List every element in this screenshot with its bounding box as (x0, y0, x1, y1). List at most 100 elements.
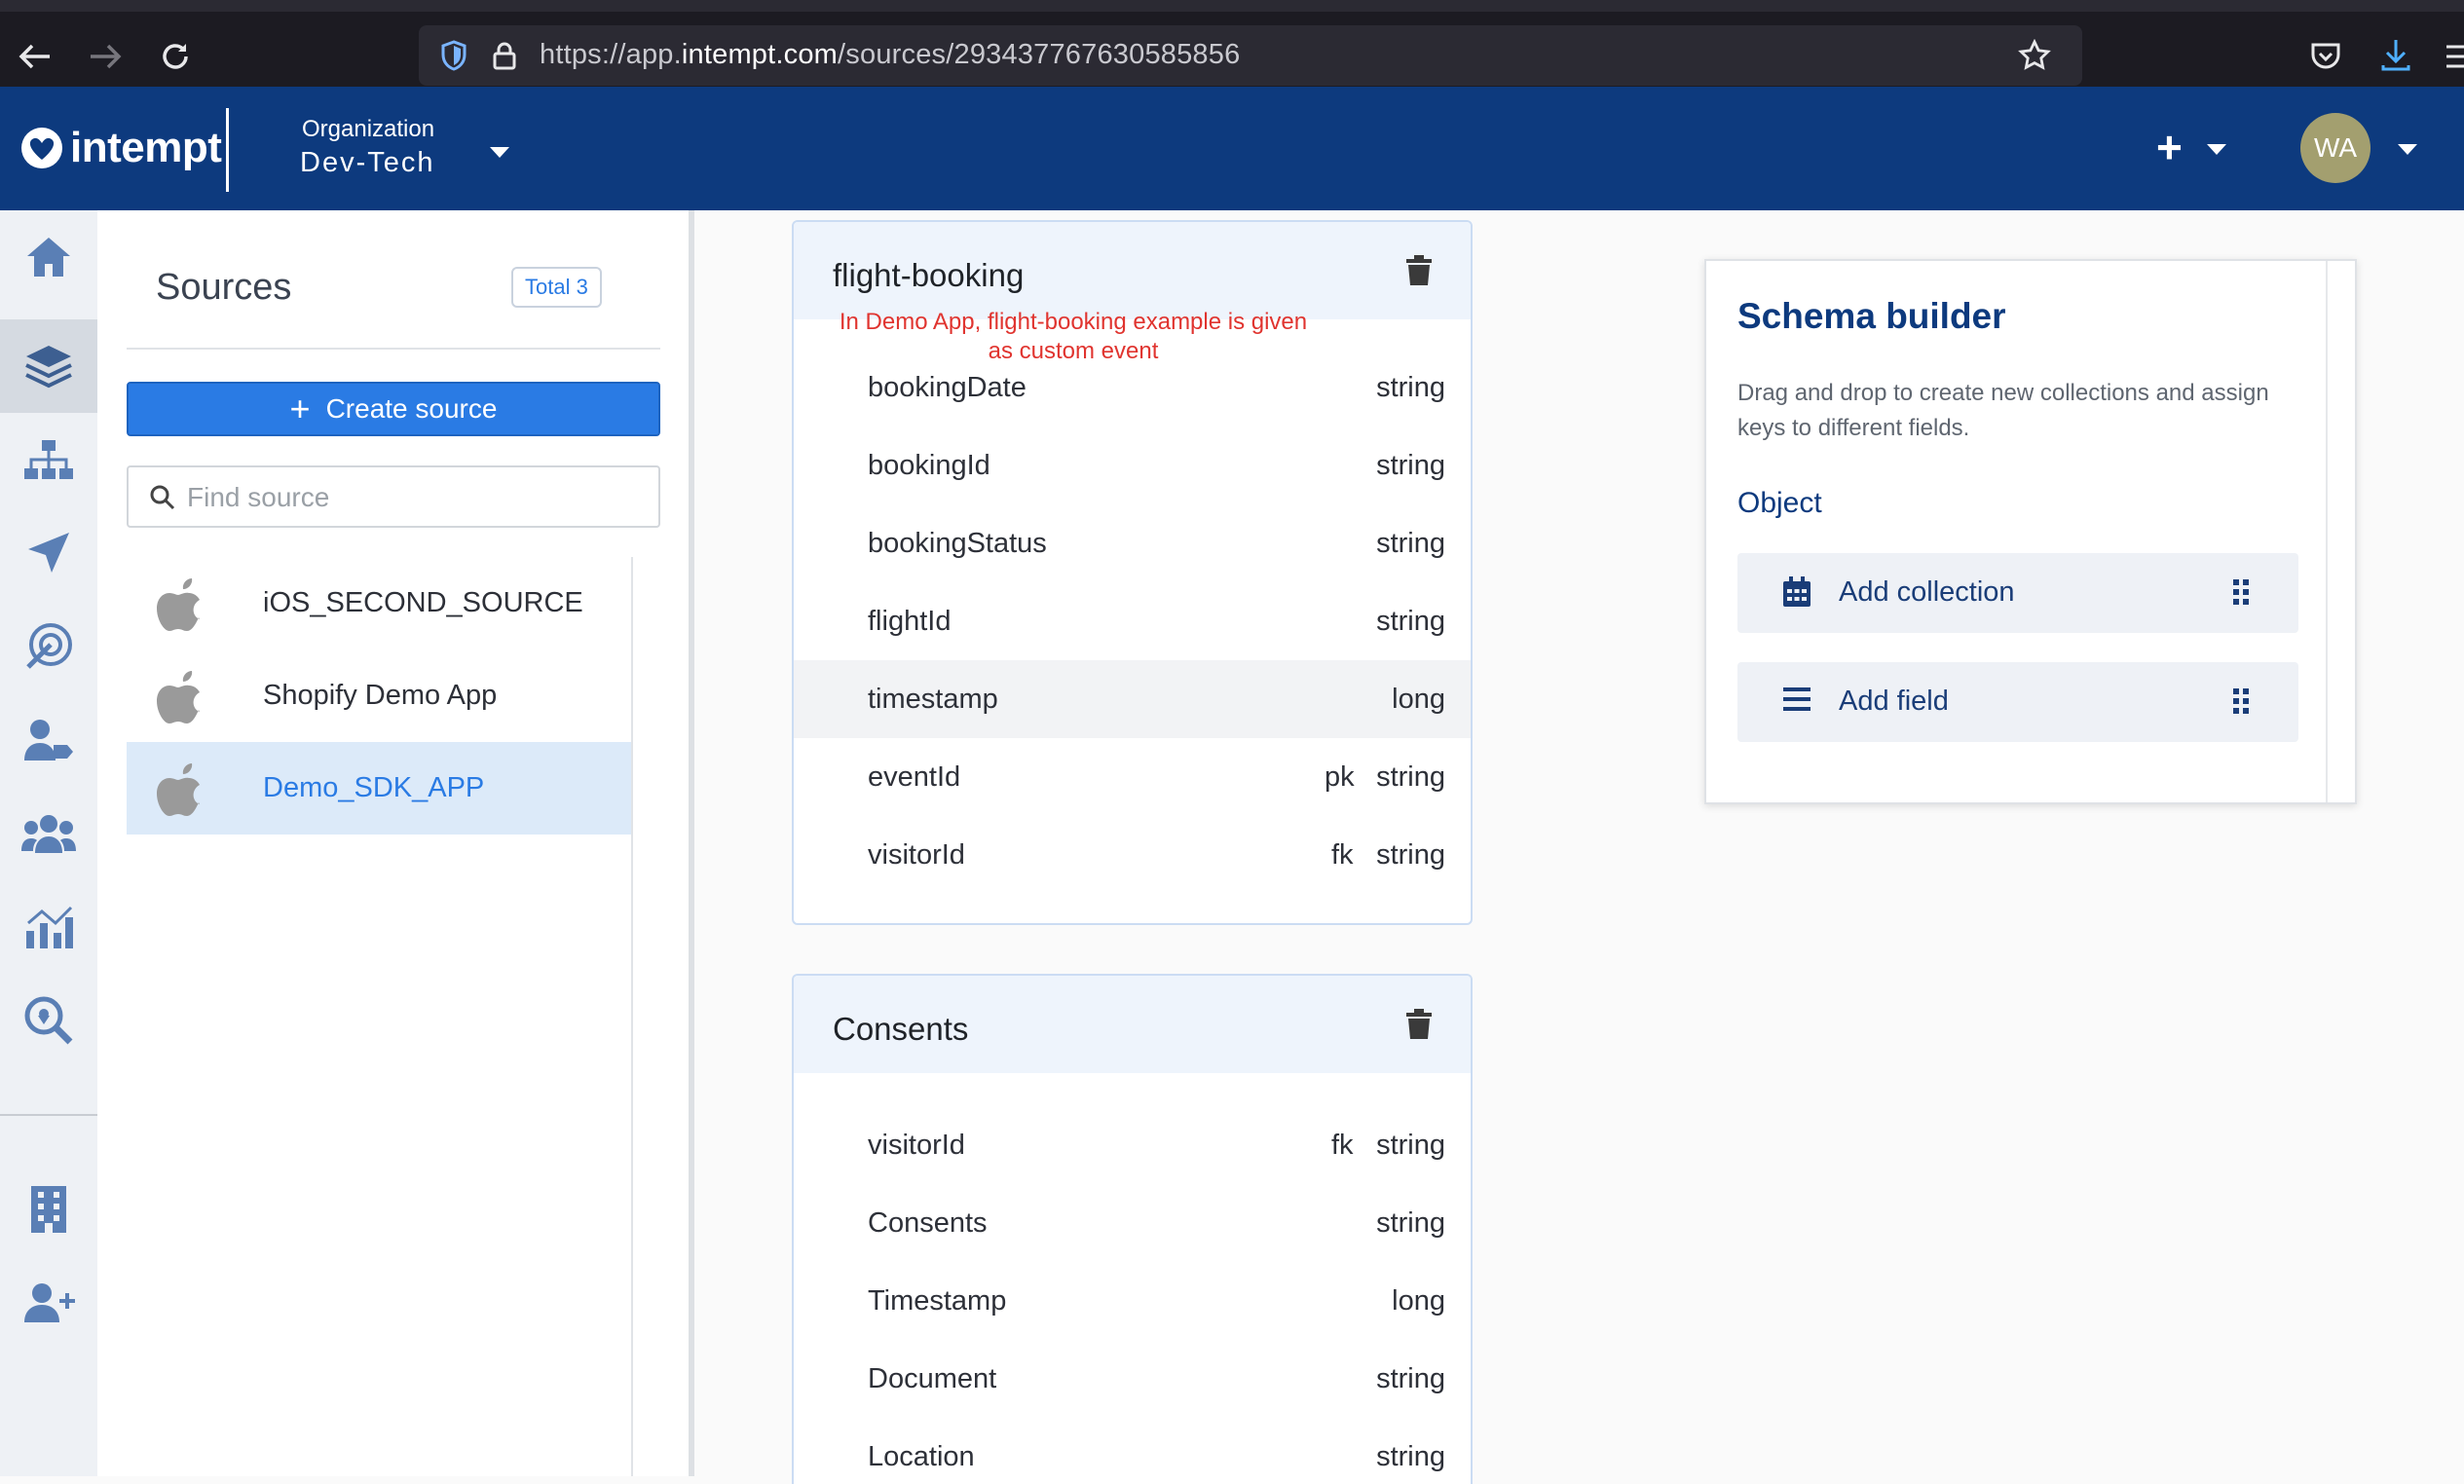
source-item-ios-second-source[interactable]: iOS_SECOND_SOURCE (127, 557, 633, 649)
nav-analytics-icon[interactable] (0, 880, 97, 974)
field-name: eventId (868, 761, 961, 793)
trash-icon[interactable] (1405, 255, 1433, 286)
field-name: visitorId (868, 839, 965, 871)
schema-builder-description: Drag and drop to create new collections … (1737, 380, 2269, 441)
field-name: Document (868, 1363, 997, 1394)
nav-hierarchy-icon[interactable] (0, 413, 97, 506)
field-type: string (1376, 1207, 1445, 1239)
source-name: iOS_SECOND_SOURCE (263, 587, 583, 618)
schema-builder-scrollbar[interactable] (2326, 261, 2355, 802)
add-collection-draggable[interactable]: Add collection (1737, 553, 2298, 633)
field-row[interactable]: visitorId fk string (794, 1106, 1471, 1184)
create-plus-icon[interactable]: + (2156, 125, 2183, 169)
source-name: Demo_SDK_APP (263, 772, 485, 803)
apple-icon (157, 763, 200, 816)
field-type: string (1376, 1441, 1445, 1472)
field-row[interactable]: flightId string (794, 582, 1471, 660)
organization-dropdown-icon[interactable] (490, 147, 509, 158)
collection-header: Consents (794, 976, 1471, 1073)
field-name: flightId (868, 606, 952, 637)
collection-card-consents: Consents visitorId fk string Consents st… (792, 974, 1473, 1484)
url-bar[interactable]: https://app.intempt.com/sources/29343776… (419, 25, 2082, 86)
find-source-search[interactable] (127, 465, 660, 528)
download-icon[interactable] (2376, 35, 2415, 74)
nav-search-location-icon[interactable] (0, 974, 97, 1067)
menu-icon[interactable] (2445, 39, 2464, 74)
collection-header: flight-booking (794, 222, 1471, 319)
schema-builder-panel: Schema builder Drag and drop to create n… (1704, 259, 2357, 804)
field-row[interactable]: visitorId fk string (794, 816, 1471, 894)
field-row[interactable]: Timestamp long (794, 1262, 1471, 1340)
forward-icon[interactable] (86, 37, 125, 76)
collection-title: Consents (833, 1011, 969, 1047)
total-badge: Total 3 (511, 267, 602, 308)
field-row[interactable]: timestamp long (794, 660, 1471, 738)
organization-label: Organization (302, 116, 435, 142)
panel-divider (127, 348, 660, 350)
field-row[interactable]: eventId pk string (794, 738, 1471, 816)
nav-campaigns-icon[interactable] (0, 506, 97, 600)
logo-text: intempt (70, 124, 222, 171)
source-item-demo-sdk-app[interactable]: Demo_SDK_APP (127, 742, 633, 835)
collection-title: flight-booking (833, 257, 1025, 293)
avatar[interactable]: WA (2300, 113, 2371, 183)
pocket-icon[interactable] (2306, 37, 2345, 76)
list-icon (1783, 687, 1811, 711)
create-dropdown-icon[interactable] (2207, 144, 2226, 155)
bookmark-star-icon[interactable] (2016, 37, 2053, 74)
annotation-line: In Demo App, flight-booking example is g… (839, 309, 1308, 335)
field-name: Consents (868, 1207, 988, 1239)
app-header: intempt Organization Dev-Tech + WA (0, 87, 2464, 210)
field-type: long (1392, 684, 1445, 715)
shield-icon[interactable] (436, 38, 471, 73)
nav-organization-icon[interactable] (0, 1163, 97, 1256)
field-type: string (1376, 528, 1445, 559)
field-type: string (1376, 372, 1445, 403)
nav-add-user-icon[interactable] (0, 1256, 97, 1350)
account-dropdown-icon[interactable] (2398, 144, 2417, 155)
field-row[interactable]: Document string (794, 1340, 1471, 1418)
source-name: Shopify Demo App (263, 680, 498, 711)
intempt-logo-icon (21, 128, 62, 168)
back-icon[interactable] (16, 37, 55, 76)
nav-sources-icon[interactable] (0, 319, 97, 413)
field-row[interactable]: Consents string (794, 1184, 1471, 1262)
nav-user-tag-icon[interactable] (0, 693, 97, 787)
add-collection-label: Add collection (1839, 576, 2015, 608)
drag-handle-icon[interactable] (2232, 687, 2250, 715)
browser-toolbar: https://app.intempt.com/sources/29343776… (0, 0, 2464, 87)
nav-rail (0, 210, 97, 1476)
field-row[interactable]: Location string (794, 1418, 1471, 1484)
field-type: long (1392, 1285, 1445, 1317)
source-list-scrollbar[interactable] (631, 557, 660, 1476)
nav-home-icon[interactable] (0, 210, 97, 304)
intempt-logo[interactable]: intempt (19, 124, 222, 172)
add-field-label: Add field (1839, 686, 1949, 717)
source-item-shopify-demo-app[interactable]: Shopify Demo App (127, 649, 633, 742)
add-field-draggable[interactable]: Add field (1737, 662, 2298, 742)
field-key-badge: pk (1325, 761, 1355, 793)
reload-icon[interactable] (156, 37, 195, 76)
field-type: string (1376, 839, 1445, 871)
nav-targeting-icon[interactable] (0, 600, 97, 693)
header-divider (226, 108, 229, 192)
plus-icon: + (289, 389, 311, 428)
main-divider (691, 210, 694, 1476)
calendar-icon (1783, 576, 1811, 607)
lock-icon[interactable] (487, 38, 522, 73)
drag-handle-icon[interactable] (2232, 578, 2250, 606)
find-source-input[interactable] (187, 479, 635, 516)
url-text[interactable]: https://app.intempt.com/sources/29343776… (540, 39, 1240, 71)
create-source-label: Create source (325, 393, 498, 424)
create-source-button[interactable]: + Create source (127, 382, 660, 436)
field-name: bookingId (868, 450, 990, 481)
schema-builder-title: Schema builder (1737, 296, 2006, 336)
field-row[interactable]: bookingId string (794, 427, 1471, 504)
field-row[interactable]: bookingStatus string (794, 504, 1471, 582)
nav-users-icon[interactable] (0, 787, 97, 880)
organization-name[interactable]: Dev-Tech (300, 147, 435, 179)
trash-icon[interactable] (1405, 1009, 1433, 1040)
field-type: string (1376, 1363, 1445, 1394)
field-name: bookingDate (868, 372, 1027, 403)
field-type: string (1376, 606, 1445, 637)
